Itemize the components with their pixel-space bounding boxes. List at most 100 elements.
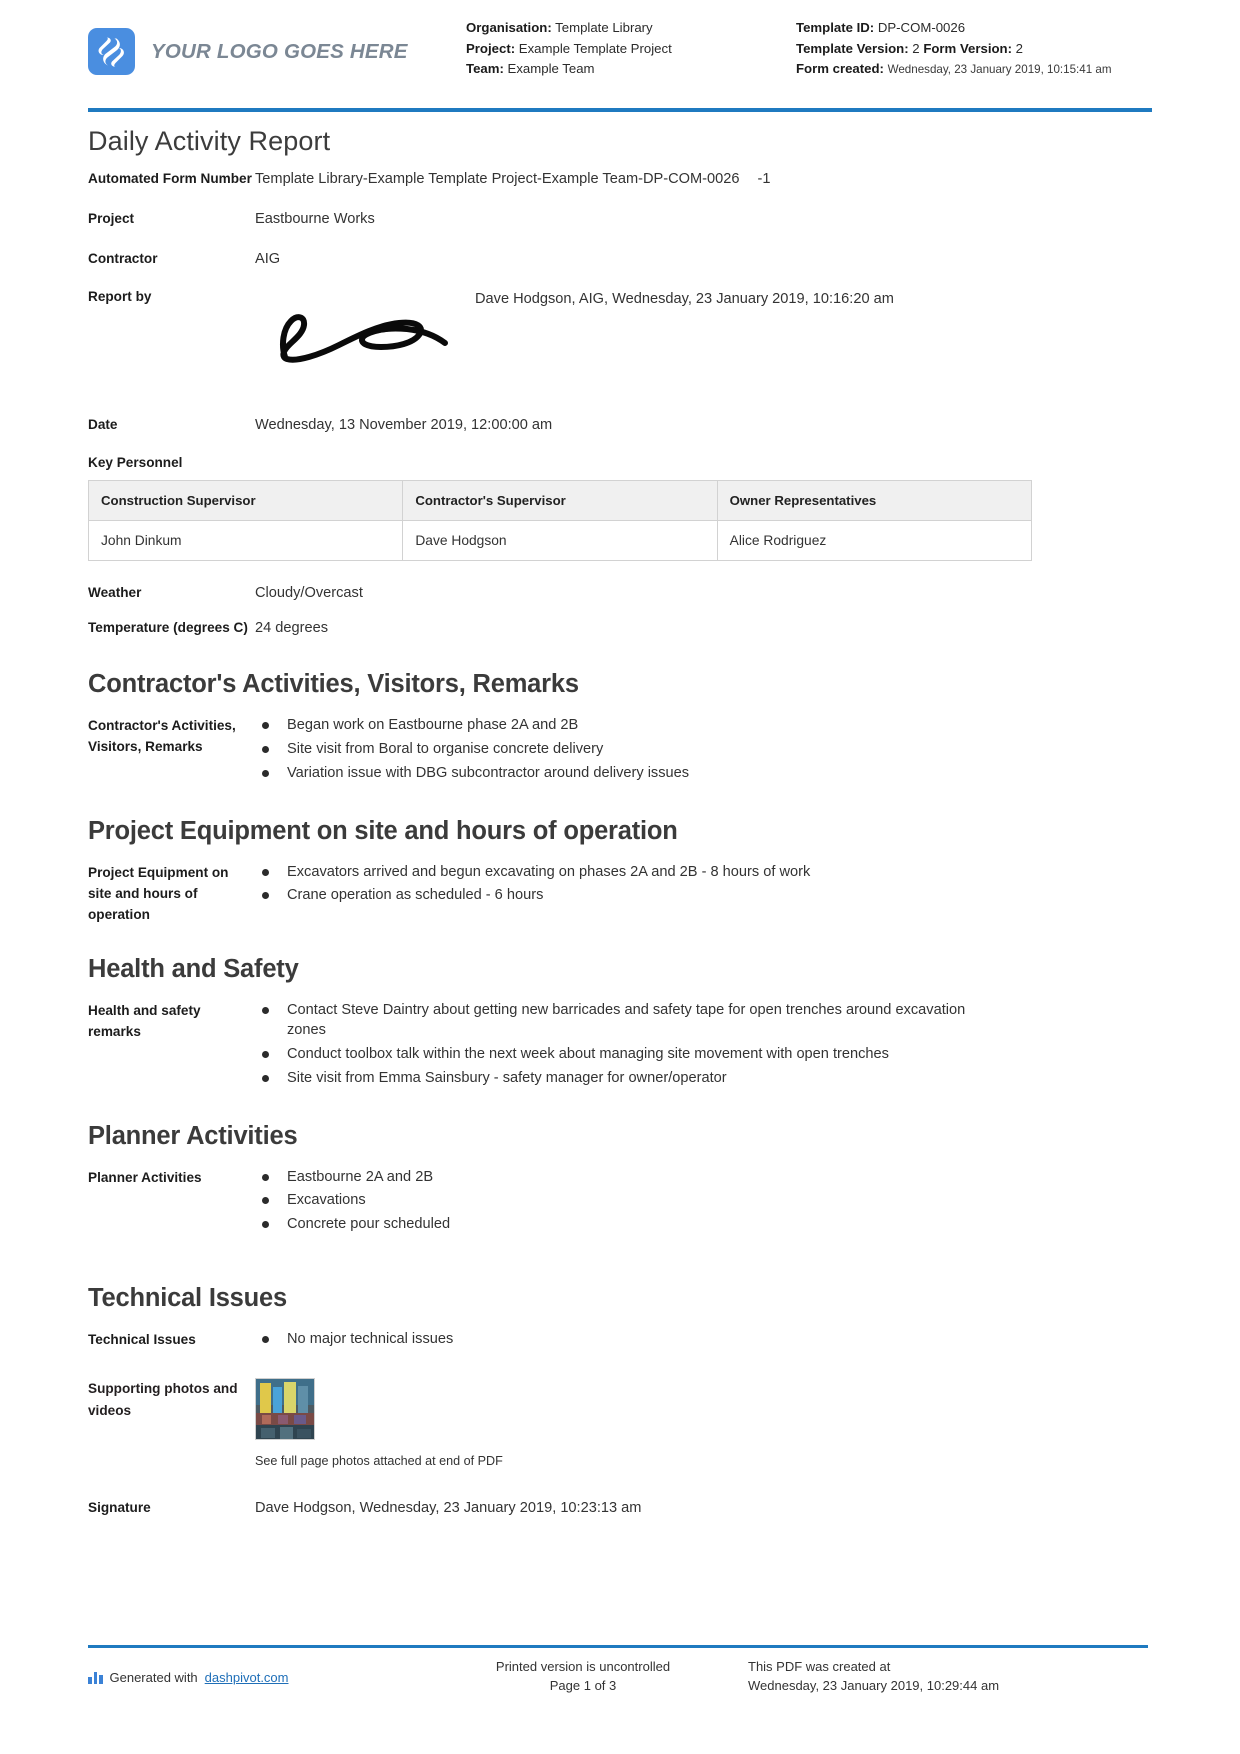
- field-label: Contractor: [88, 250, 158, 266]
- field-label: Signature: [88, 1500, 151, 1516]
- meta-form-created: Form created: Wednesday, 23 January 2019…: [796, 59, 1126, 80]
- form-number-main: Template Library-Example Template Projec…: [255, 171, 740, 187]
- field-temperature: Temperature (degrees C) 24 degrees: [88, 618, 1148, 640]
- field-label: Weather: [88, 584, 142, 600]
- field-label: Automated Form Number: [88, 171, 252, 186]
- meta-team-label: Team:: [466, 61, 504, 77]
- meta-form-version-label: Form Version:: [923, 40, 1012, 56]
- section-block: Planner Activities Eastbourne 2A and 2B …: [88, 1167, 1148, 1238]
- footer-created-label: This PDF was created at: [748, 1659, 891, 1675]
- field-date: Date Wednesday, 13 November 2019, 12:00:…: [88, 415, 1148, 437]
- footer-generated-prefix: Generated with: [109, 1669, 198, 1685]
- section-heading: Technical Issues: [88, 1283, 288, 1312]
- section-heading: Project Equipment on site and hours of o…: [88, 816, 678, 845]
- field-value: Wednesday, 13 November 2019, 12:00:00 am: [255, 416, 553, 433]
- footer-page-number: Page 1 of 3: [549, 1678, 617, 1694]
- meta-form-created-label: Form created:: [796, 61, 884, 77]
- field-signature: Signature Dave Hodgson, Wednesday, 23 Ja…: [88, 1498, 1148, 1520]
- list-item: Site visit from Boral to organise concre…: [255, 739, 689, 760]
- table-header-row: Construction Supervisor Contractor's Sup…: [87, 479, 1033, 521]
- table-cell: Alice Rodriguez: [716, 519, 1033, 561]
- field-label: Technical Issues: [88, 1331, 196, 1347]
- header-divider: [88, 108, 1152, 112]
- header-meta-right: Template ID: DP-COM-0026 Template Versio…: [796, 18, 1126, 80]
- bullet-list: Contact Steve Daintry about getting new …: [255, 1000, 975, 1092]
- signature-image: [255, 289, 475, 379]
- list-item: Concrete pour scheduled: [255, 1214, 450, 1235]
- list-item: Began work on Eastbourne phase 2A and 2B: [255, 715, 689, 736]
- table-row: John Dinkum Dave Hodgson Alice Rodriguez: [87, 519, 1033, 561]
- footer-generated-with: Generated with dashpivot.com: [88, 1658, 418, 1696]
- logo-block: YOUR LOGO GOES HERE: [88, 18, 466, 75]
- field-automated-form-number: Automated Form Number Template Library-E…: [88, 169, 1148, 191]
- bullet-list: No major technical issues: [255, 1329, 453, 1353]
- field-value: AIG: [255, 250, 281, 267]
- field-value: Eastbourne Works: [255, 210, 375, 227]
- meta-form-version-value: 2: [1015, 40, 1023, 56]
- section-block: Project Equipment on site and hours of o…: [88, 862, 1148, 925]
- meta-template-version-value: 2: [912, 40, 920, 56]
- company-logo-icon: [88, 28, 135, 75]
- list-item: Eastbourne 2A and 2B: [255, 1167, 450, 1188]
- dashpivot-logo-icon: [88, 1670, 103, 1685]
- field-value: Template Library-Example Template Projec…: [255, 169, 770, 191]
- list-item: Variation issue with DBG subcontractor a…: [255, 763, 689, 784]
- field-label: Health and safety remarks: [88, 1002, 201, 1039]
- bullet-list: Eastbourne 2A and 2B Excavations Concret…: [255, 1167, 450, 1238]
- section-block: Technical Issues No major technical issu…: [88, 1329, 1148, 1353]
- list-item: No major technical issues: [255, 1329, 453, 1350]
- field-label: Planner Activities: [88, 1169, 202, 1185]
- field-value: Cloudy/Overcast: [255, 584, 363, 601]
- section-heading: Contractor's Activities, Visitors, Remar…: [88, 670, 579, 699]
- meta-template-id-label: Template ID:: [796, 20, 875, 35]
- key-personnel-label: Key Personnel: [88, 454, 183, 470]
- field-contractor: Contractor AIG: [88, 249, 1148, 271]
- document-page: YOUR LOGO GOES HERE Organisation: Templa…: [0, 0, 1240, 1754]
- form-number-suffix: -1: [757, 171, 771, 187]
- field-weather: Weather Cloudy/Overcast: [88, 583, 1148, 605]
- table-cell: John Dinkum: [87, 519, 404, 561]
- table-column-header: Contractor's Supervisor: [402, 479, 718, 521]
- meta-team-value: Example Team: [507, 61, 595, 77]
- meta-template-id-value: DP-COM-0026: [877, 20, 966, 35]
- header-meta-left: Organisation: Template Library Project: …: [466, 18, 796, 80]
- bullet-list: Began work on Eastbourne phase 2A and 2B…: [255, 715, 689, 786]
- meta-organisation-label: Organisation:: [466, 20, 552, 35]
- list-item: Crane operation as scheduled - 6 hours: [255, 885, 810, 906]
- meta-project-value: Example Template Project: [518, 40, 672, 56]
- dashpivot-link[interactable]: dashpivot.com: [205, 1670, 289, 1685]
- list-item: Site visit from Emma Sainsbury - safety …: [255, 1068, 975, 1089]
- meta-project: Project: Example Template Project: [466, 39, 796, 60]
- photo-column: See full page photos attached at end of …: [255, 1378, 503, 1468]
- meta-team: Team: Example Team: [466, 59, 796, 80]
- footer-created-value: Wednesday, 23 January 2019, 10:29:44 am: [748, 1678, 1000, 1694]
- footer-center: Printed version is uncontrolled Page 1 o…: [418, 1658, 748, 1696]
- list-item: Excavators arrived and begun excavating …: [255, 862, 810, 883]
- section-heading: Planner Activities: [88, 1121, 298, 1150]
- bullet-list: Excavators arrived and begun excavating …: [255, 862, 810, 909]
- section-block: Health and safety remarks Contact Steve …: [88, 1000, 1148, 1092]
- field-report-by: Report by Dave Hodgson, AIG, Wednesday, …: [88, 289, 1148, 379]
- section-block: Contractor's Activities, Visitors, Remar…: [88, 715, 1148, 786]
- meta-template-version-label: Template Version:: [796, 40, 909, 56]
- page-header: YOUR LOGO GOES HERE Organisation: Templa…: [0, 0, 1240, 104]
- footer-uncontrolled-note: Printed version is uncontrolled: [495, 1659, 671, 1675]
- section-heading: Health and Safety: [88, 954, 299, 983]
- field-project: Project Eastbourne Works: [88, 209, 1148, 231]
- meta-organisation: Organisation: Template Library: [466, 18, 796, 39]
- field-label: Project: [88, 210, 135, 226]
- field-label: Project Equipment on site and hours of o…: [88, 864, 229, 922]
- footer-right: This PDF was created at Wednesday, 23 Ja…: [748, 1658, 1148, 1696]
- meta-form-created-value: Wednesday, 23 January 2019, 10:15:41 am: [887, 63, 1112, 77]
- logo-text: YOUR LOGO GOES HERE: [151, 39, 408, 63]
- field-label: Date: [88, 416, 118, 432]
- field-value: Dave Hodgson, Wednesday, 23 January 2019…: [255, 1500, 642, 1517]
- meta-versions: Template Version: 2 Form Version: 2: [796, 39, 1126, 60]
- field-label: Supporting photos and videos: [88, 1381, 238, 1418]
- field-label: Contractor's Activities, Visitors, Remar…: [88, 718, 236, 755]
- photo-thumbnail[interactable]: [255, 1378, 315, 1441]
- meta-template-id: Template ID: DP-COM-0026: [796, 18, 1126, 39]
- field-value: Dave Hodgson, AIG, Wednesday, 23 January…: [475, 290, 894, 307]
- table-column-header: Construction Supervisor: [87, 479, 404, 521]
- list-item: Contact Steve Daintry about getting new …: [255, 1000, 975, 1041]
